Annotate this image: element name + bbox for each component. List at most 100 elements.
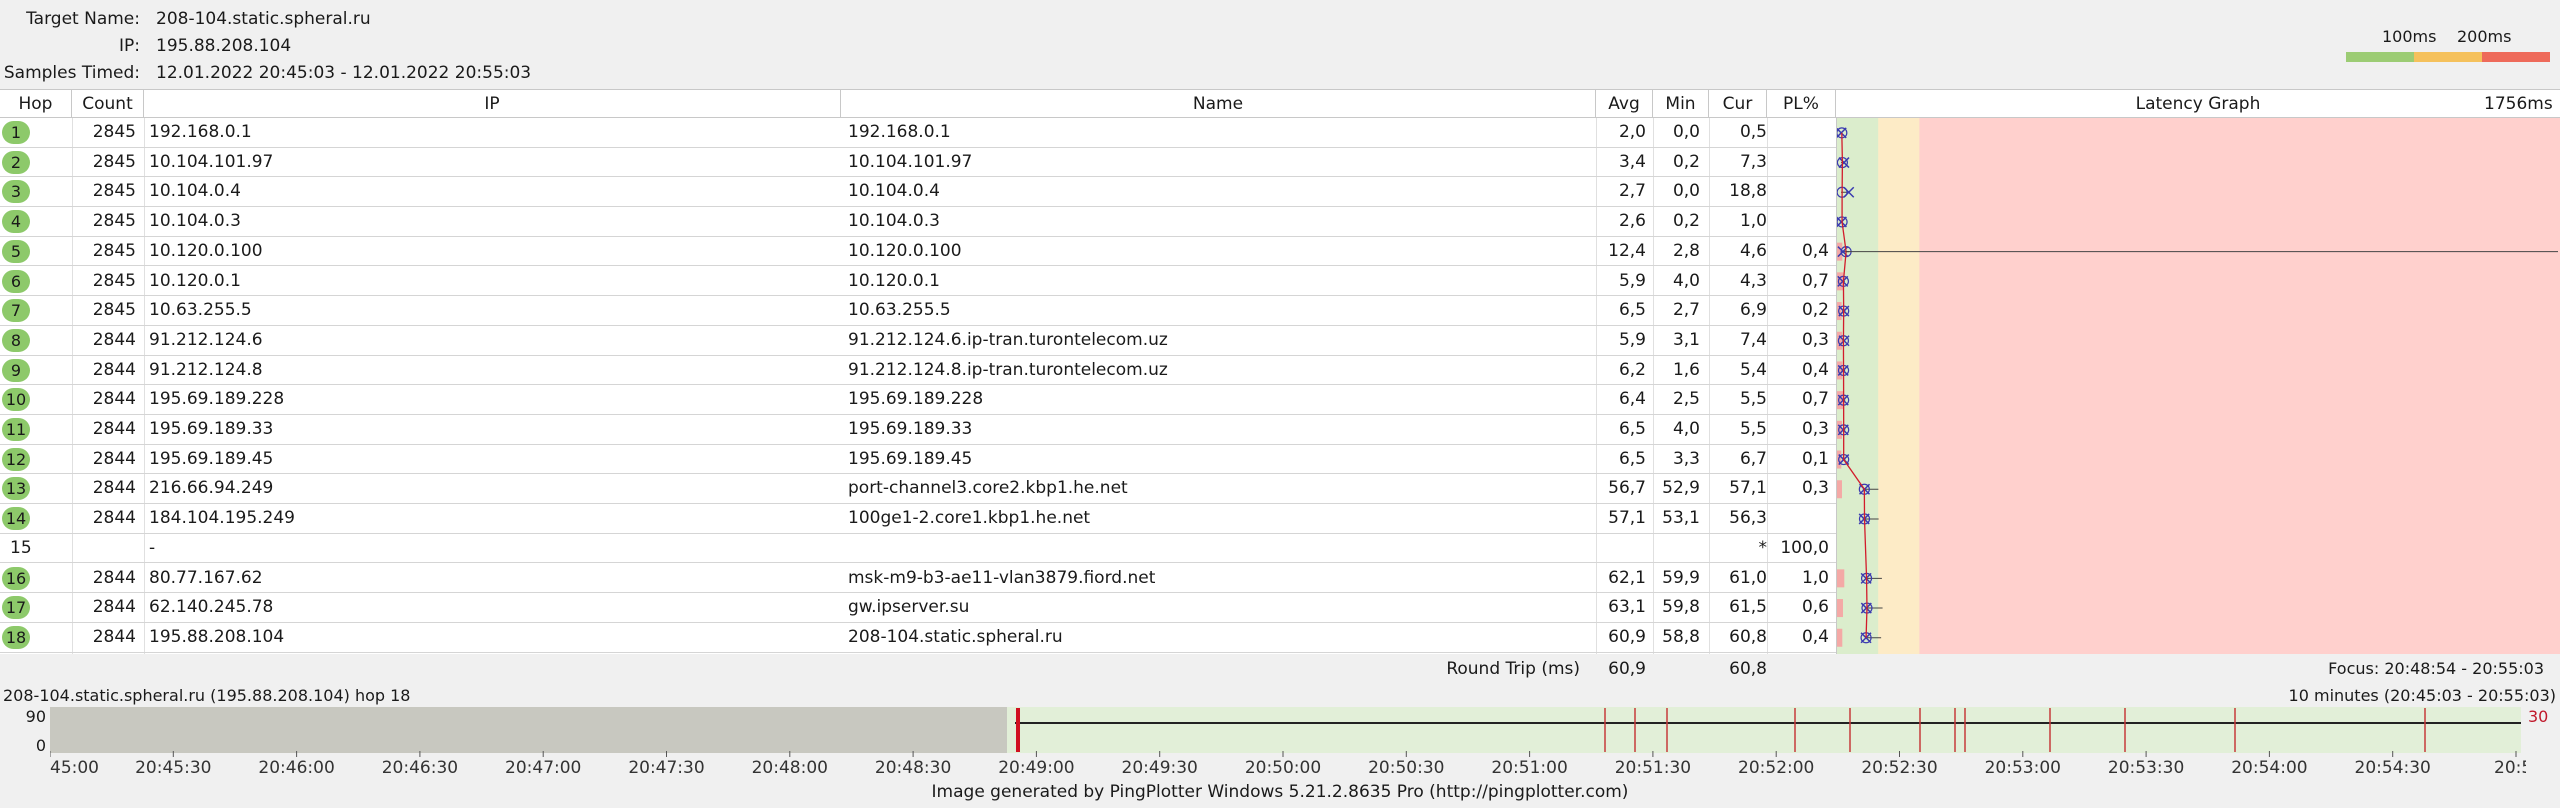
hop-min: 4,0	[1672, 270, 1700, 291]
timeline-tick-label: 20:50:00	[1245, 758, 1321, 775]
hop-row[interactable]: 17 2844 62.140.245.78 gw.ipserver.su 63,1 59,…	[0, 593, 1836, 623]
timeline-chart[interactable]: 45:00 20:45:30 20:46:00 20:46:30 20:47:00 20:…	[50, 707, 2526, 775]
packet-loss-bar	[1837, 480, 1842, 499]
col-header-cur[interactable]: Cur	[1709, 90, 1767, 118]
hop-count: 2845	[92, 211, 136, 232]
hop-row[interactable]: 11 2844 195.69.189.33 195.69.189.33 6,5 4,0 5,…	[0, 415, 1836, 445]
packet-loss-bar	[1837, 420, 1842, 439]
hop-count: 2845	[92, 270, 136, 291]
hop-name: 208-104.static.spheral.ru	[848, 626, 1063, 647]
hop-pl	[1767, 207, 1829, 236]
hop-number: 12	[2, 447, 30, 471]
hop-row[interactable]: 6 2845 10.120.0.1 10.120.0.1 5,9 4,0 4,3 0,7	[0, 267, 1836, 297]
hop-pl	[1767, 118, 1829, 147]
hop-cur: 61,5	[1729, 597, 1767, 618]
hop-count: 2844	[92, 626, 136, 647]
hop-row[interactable]: 16 2844 80.77.167.62 msk-m9-b3-ae11-vlan387…	[0, 564, 1836, 594]
timeline-tick-label: 20:52:00	[1738, 758, 1814, 775]
timeline-y-bottom: 0	[35, 736, 46, 755]
timeline-tick-label: 45:00	[50, 758, 99, 775]
timeline-tick-label: 20:49:30	[1122, 758, 1198, 775]
hop-row[interactable]: 8 2844 91.212.124.6 91.212.124.6.ip-tran.tu…	[0, 326, 1836, 356]
hop-ip: 195.69.189.33	[149, 419, 274, 439]
hop-pl: 0,7	[1801, 270, 1829, 291]
col-header-count[interactable]: Count	[72, 90, 144, 118]
hop-min: 4,0	[1672, 419, 1700, 439]
hop-number: 16	[2, 566, 30, 590]
target-name-label: Target Name:	[26, 9, 140, 29]
col-header-pl[interactable]: PL%	[1767, 90, 1836, 118]
hop-row[interactable]: 5 2845 10.120.0.100 10.120.0.100 12,4 2,8 4,6 0…	[0, 237, 1836, 267]
footer-credit: Image generated by PingPlotter Windows 5…	[931, 782, 1629, 802]
hop-row[interactable]: 14 2844 184.104.195.249 100ge1-2.core1.kbp1…	[0, 504, 1836, 534]
timeline-tick-label: 20:51:30	[1615, 758, 1691, 775]
hop-name: 195.69.189.45	[848, 448, 973, 469]
hop-count: 2844	[92, 448, 136, 469]
packet-loss-bar	[1837, 331, 1842, 350]
latency-graph[interactable]	[1837, 118, 2560, 654]
timeline-tick-label: 20:46:00	[258, 758, 334, 775]
hop-ip: 192.168.0.1	[149, 122, 252, 142]
hop-row[interactable]: 18 2844 195.88.208.104 208-104.static.spher…	[0, 623, 1836, 653]
timeline-y-right: 30	[2528, 707, 2549, 726]
ip-label: IP:	[119, 36, 140, 56]
col-header-latency-graph[interactable]: Latency Graph	[1836, 90, 2560, 118]
hop-pl: 0,6	[1801, 597, 1829, 618]
col-header-ip[interactable]: IP	[144, 90, 841, 118]
hop-row[interactable]: 4 2845 10.104.0.3 10.104.0.3 2,6 0,2 1,0	[0, 207, 1836, 237]
hop-avg: 2,7	[1618, 181, 1646, 202]
timeline-unfocused	[50, 707, 1007, 753]
hop-avg: 62,1	[1608, 567, 1646, 588]
hop-number: 17	[2, 596, 30, 620]
hop-row[interactable]: 1 2845 192.168.0.1 192.168.0.1 2,0 0,0 0,5	[0, 118, 1836, 148]
timeline-panel[interactable]: 90 0 30 45:00 20:45:30 20:46:00 20:46:30 20:…	[0, 707, 2560, 777]
timeline-tick-label: 20:45:30	[135, 758, 211, 775]
latency-zone-high	[1837, 118, 2560, 654]
hop-number: 3	[2, 180, 30, 204]
hop-avg: 6,5	[1618, 419, 1646, 439]
col-header-name[interactable]: Name	[841, 90, 1596, 118]
packet-loss-bar	[1837, 302, 1842, 321]
hop-pl: 0,3	[1801, 329, 1829, 350]
hop-row[interactable]: 10 2844 195.69.189.228 195.69.189.228 6,4 2,5…	[0, 385, 1836, 415]
hop-min: 0,2	[1672, 151, 1700, 172]
hop-cur: 60,8	[1729, 626, 1767, 647]
hop-row[interactable]: 9 2844 91.212.124.8 91.212.124.8.ip-tran.tu…	[0, 356, 1836, 386]
latency-graph-max: 1756ms	[2484, 94, 2553, 114]
hop-avg: 3,4	[1618, 151, 1646, 172]
hop-min: 3,1	[1672, 329, 1700, 350]
hop-cur: 4,6	[1739, 240, 1767, 261]
hop-number: 15	[10, 537, 32, 558]
col-header-avg[interactable]: Avg	[1596, 90, 1653, 118]
hop-cur: 61,0	[1729, 567, 1767, 588]
hop-avg: 5,9	[1618, 329, 1646, 350]
ip-value: 195.88.208.104	[156, 36, 292, 56]
hop-count: 2844	[92, 359, 136, 380]
hop-avg: 2,0	[1618, 122, 1646, 142]
hop-cur: 4,3	[1739, 270, 1767, 291]
hop-name: gw.ipserver.su	[848, 597, 970, 618]
hop-cur: 56,3	[1729, 508, 1767, 529]
col-header-hop[interactable]: Hop	[0, 90, 72, 118]
col-header-min[interactable]: Min	[1653, 90, 1709, 118]
hop-row[interactable]: 3 2845 10.104.0.4 10.104.0.4 2,7 0,0 18,8	[0, 177, 1836, 208]
hop-min: 3,3	[1672, 448, 1700, 469]
hop-ip: 195.69.189.228	[149, 389, 285, 410]
hop-ip: 195.88.208.104	[149, 626, 285, 647]
hop-cur: 5,5	[1739, 419, 1767, 439]
hop-row[interactable]: 12 2844 195.69.189.45 195.69.189.45 6,5 3,3 6,…	[0, 445, 1836, 475]
hop-name: 10.63.255.5	[848, 300, 951, 321]
hop-ip: 216.66.94.249	[149, 478, 274, 499]
hop-row[interactable]: 13 2844 216.66.94.249 port-channel3.core2.k…	[0, 474, 1836, 505]
hop-min: 2,8	[1672, 240, 1700, 261]
hop-number: 1	[2, 121, 30, 144]
hop-row[interactable]: 7 2845 10.63.255.5 10.63.255.5 6,5 2,7 6,9 0,2	[0, 296, 1836, 326]
hop-ip: 91.212.124.8	[149, 359, 263, 380]
hop-avg: 6,4	[1618, 389, 1646, 410]
hop-row[interactable]: 15 - * 100,0	[0, 534, 1836, 564]
hop-number: 6	[2, 269, 30, 293]
hop-count: 2845	[92, 122, 136, 142]
hop-row[interactable]: 2 2845 10.104.101.97 10.104.101.97 3,4 0,2 7,3	[0, 148, 1836, 178]
hop-number: 7	[2, 299, 30, 323]
hop-name: 91.212.124.6.ip-tran.turontelecom.uz	[848, 329, 1168, 350]
